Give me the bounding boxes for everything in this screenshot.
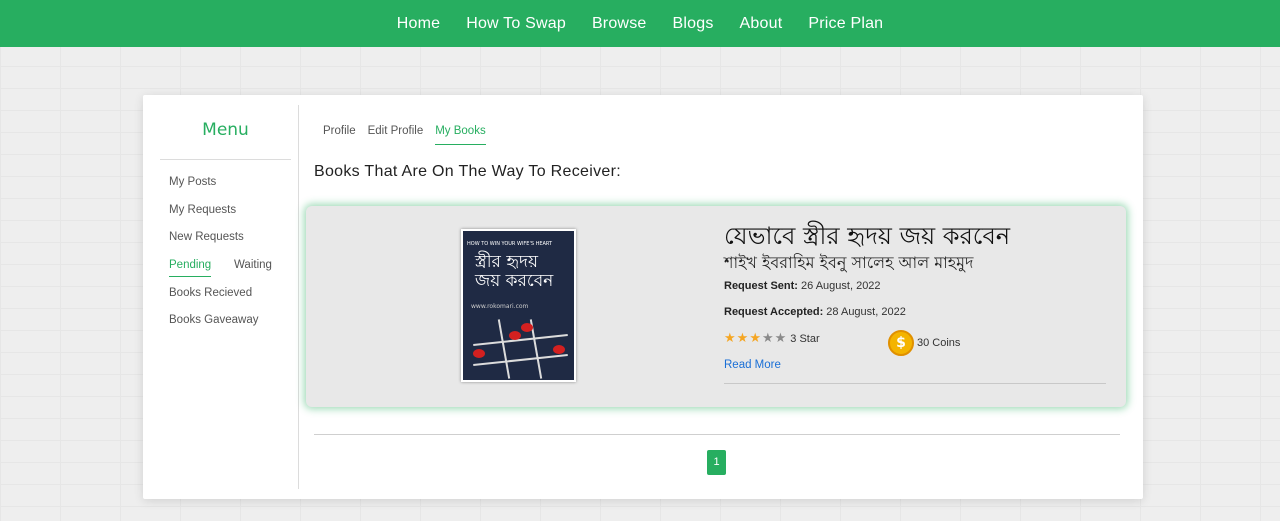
star-icon: ★: [761, 331, 774, 346]
nav-browse-link[interactable]: Browse: [592, 15, 647, 33]
request-sent: Request Sent: 26 August, 2022: [724, 280, 881, 292]
coins-label: 30 Coins: [917, 337, 961, 349]
request-accepted-label: Request Accepted:: [724, 306, 824, 318]
cover-grid-line: [497, 319, 511, 379]
rating-stars: ★ ★ ★ ★ ★ 3 Star: [724, 332, 820, 345]
sidebar-item-my-requests[interactable]: My Requests: [169, 204, 236, 216]
book-cover-image[interactable]: HOW TO WIN YOUR WIFE'S HEART স্ত্রীর হৃদ…: [461, 229, 576, 382]
star-icon: ★: [736, 331, 749, 346]
nav-how-to-swap-link[interactable]: How To Swap: [466, 15, 566, 33]
book-author: শাইখ ইবরাহিম ইবনু সালেহ আল মাহমুদ: [724, 253, 974, 272]
sidebar-item-books-received[interactable]: Books Recieved: [169, 287, 252, 299]
section-title: Books That Are On The Way To Receiver:: [314, 163, 621, 180]
request-accepted: Request Accepted: 28 August, 2022: [724, 306, 906, 318]
sidebar-item-new-requests[interactable]: New Requests: [169, 231, 244, 243]
sidebar-item-waiting[interactable]: Waiting: [234, 259, 272, 271]
pagination-page-button[interactable]: 1: [707, 450, 726, 475]
card-divider: [724, 383, 1106, 384]
star-icon: ★: [724, 331, 736, 346]
cover-heart-icon: [521, 323, 533, 332]
nav-home-link[interactable]: Home: [397, 15, 440, 33]
book-card: HOW TO WIN YOUR WIFE'S HEART স্ত্রীর হৃদ…: [306, 206, 1126, 407]
cover-heart-icon: [509, 331, 521, 340]
request-accepted-value: 28 August, 2022: [826, 306, 906, 318]
read-more-link[interactable]: Read More: [724, 359, 781, 371]
tab-edit-profile[interactable]: Edit Profile: [368, 125, 424, 145]
nav-about-link[interactable]: About: [740, 15, 783, 33]
nav-blogs-link[interactable]: Blogs: [673, 15, 714, 33]
cover-title-line-2: জয় করবেন: [475, 271, 554, 291]
cover-title-line-1: স্ত্রীর হৃদয়: [475, 252, 538, 272]
cover-heart-icon: [473, 349, 485, 358]
sidebar-title: Menu: [160, 120, 291, 160]
profile-card: Menu My Posts My Requests New Requests P…: [143, 95, 1143, 499]
cover-grid-line: [473, 354, 568, 366]
star-icon: ★: [749, 331, 761, 346]
sidebar: Menu My Posts My Requests New Requests P…: [143, 105, 299, 489]
coin-icon: $: [888, 330, 914, 356]
pagination-divider: [314, 434, 1120, 435]
nav-price-plan-link[interactable]: Price Plan: [808, 15, 883, 33]
star-icon: ★: [774, 331, 787, 346]
sidebar-item-pending[interactable]: Pending: [169, 259, 212, 277]
cover-site-text: www.rokomari.com: [471, 303, 529, 310]
tab-profile[interactable]: Profile: [323, 125, 356, 145]
sidebar-item-my-posts[interactable]: My Posts: [169, 176, 216, 188]
cover-heart-icon: [553, 345, 565, 354]
sidebar-item-books-giveaway[interactable]: Books Gaveaway: [169, 314, 259, 326]
cover-title: স্ত্রীর হৃদয় জয় করবেন: [475, 253, 553, 291]
rating-label: 3 Star: [790, 332, 820, 345]
request-sent-label: Request Sent:: [724, 280, 798, 292]
tab-my-books[interactable]: My Books: [435, 125, 486, 145]
cover-top-text: HOW TO WIN YOUR WIFE'S HEART: [467, 241, 553, 247]
request-sent-value: 26 August, 2022: [801, 280, 881, 292]
top-navigation: Home How To Swap Browse Blogs About Pric…: [0, 0, 1280, 47]
profile-tabs: Profile Edit Profile My Books: [323, 125, 486, 145]
